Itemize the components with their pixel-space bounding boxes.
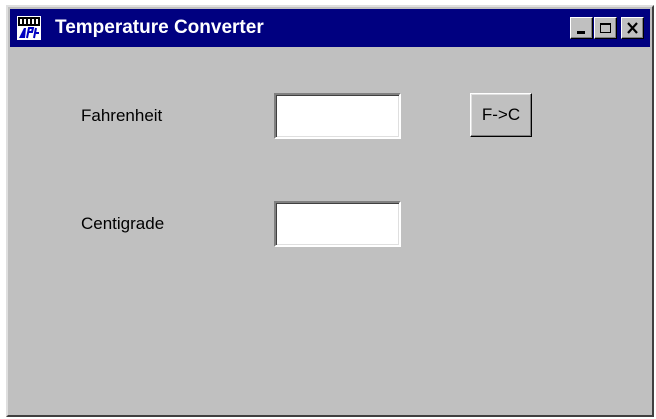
close-button[interactable] (621, 17, 644, 39)
fahrenheit-label: Fahrenheit (81, 106, 163, 125)
close-icon (627, 22, 638, 34)
app-window: Temperature Converter Fahrenheit F->C Ce… (6, 5, 654, 417)
window-title: Temperature Converter (55, 17, 264, 38)
maximize-icon (600, 23, 611, 33)
centigrade-input[interactable] (274, 201, 401, 247)
maximize-button[interactable] (594, 17, 617, 39)
minimize-button[interactable] (570, 17, 593, 39)
convert-button[interactable]: F->C (470, 93, 532, 137)
title-bar[interactable]: Temperature Converter (10, 9, 650, 47)
application-icon[interactable] (17, 16, 41, 40)
minimize-icon (577, 31, 585, 34)
centigrade-label: Centigrade (81, 214, 165, 233)
fahrenheit-input[interactable] (274, 93, 401, 139)
